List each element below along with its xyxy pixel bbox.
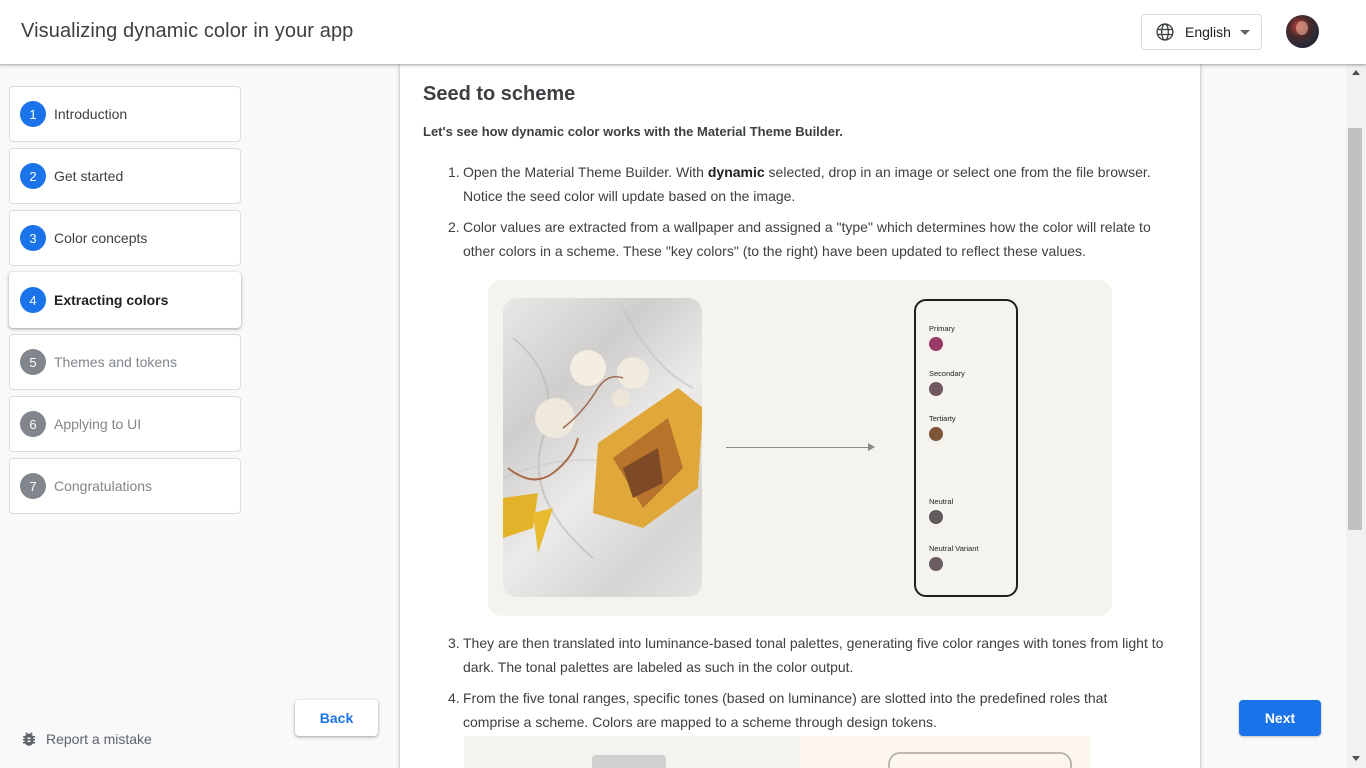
- globe-icon: [1156, 23, 1174, 41]
- scrollbar-thumb[interactable]: [1348, 128, 1362, 530]
- step-number: 5: [20, 349, 46, 375]
- scrollbar[interactable]: [1346, 64, 1366, 768]
- list-item: 2. Color values are extracted from a wal…: [448, 215, 1164, 263]
- list-number: 1.: [448, 164, 460, 180]
- intro-text: Let's see how dynamic color works with t…: [423, 124, 843, 139]
- step-label: Extracting colors: [54, 292, 169, 308]
- color-swatch: [929, 510, 943, 524]
- step-label: Get started: [54, 168, 124, 184]
- step-label: Introduction: [54, 106, 128, 122]
- scroll-down-icon[interactable]: [1352, 756, 1360, 761]
- list-item: 1. Open the Material Theme Builder. With…: [448, 160, 1164, 208]
- color-swatch: [929, 427, 943, 441]
- step-label: Themes and tokens: [54, 354, 177, 370]
- color-swatch: [929, 382, 943, 396]
- next-button[interactable]: Next: [1239, 700, 1321, 736]
- step-label: Applying to UI: [54, 416, 142, 432]
- language-label: English: [1185, 24, 1231, 40]
- step-introduction[interactable]: 1 Introduction: [9, 86, 241, 142]
- step-themes-and-tokens[interactable]: 5 Themes and tokens: [9, 334, 241, 390]
- arrow-right-icon: [868, 443, 875, 451]
- key-color-tertiary: Tertiarty: [929, 414, 956, 441]
- list-number: 3.: [448, 635, 460, 651]
- bug-icon: [23, 732, 35, 746]
- avatar[interactable]: [1286, 15, 1319, 48]
- language-selector[interactable]: English: [1141, 14, 1262, 50]
- list-text: From the five tonal ranges, specific ton…: [463, 690, 1108, 730]
- step-applying-to-ui[interactable]: 6 Applying to UI: [9, 396, 241, 452]
- step-number: 7: [20, 473, 46, 499]
- step-number: 4: [20, 287, 46, 313]
- report-mistake-label: Report a mistake: [46, 731, 152, 747]
- step-number: 2: [20, 163, 46, 189]
- list-number: 4.: [448, 690, 460, 706]
- key-color-primary: Primary: [929, 324, 955, 351]
- top-app-bar: Visualizing dynamic color in your app En…: [0, 0, 1366, 64]
- chevron-down-icon: [1239, 29, 1250, 35]
- back-button[interactable]: Back: [295, 700, 378, 736]
- list-text: Color values are extracted from a wallpa…: [463, 219, 1151, 259]
- list-text: Open the Material Theme Builder. With dy…: [463, 164, 1151, 204]
- key-color-secondary: Secondary: [929, 369, 965, 396]
- page-title: Visualizing dynamic color in your app: [21, 20, 354, 42]
- scroll-up-icon[interactable]: [1352, 70, 1360, 75]
- report-mistake-link[interactable]: Report a mistake: [20, 730, 152, 748]
- step-get-started[interactable]: 2 Get started: [9, 148, 241, 204]
- device-frame: [888, 752, 1072, 768]
- step-congratulations[interactable]: 7 Congratulations: [9, 458, 241, 514]
- color-swatch: [929, 337, 943, 351]
- step-number: 6: [20, 411, 46, 437]
- step-extracting-colors[interactable]: 4 Extracting colors: [9, 272, 241, 328]
- steps-nav: 1 Introduction 2 Get started 3 Color con…: [9, 86, 241, 520]
- list-item: 4. From the five tonal ranges, specific …: [448, 686, 1164, 734]
- step-color-concepts[interactable]: 3 Color concepts: [9, 210, 241, 266]
- codelab-content: Seed to scheme Let's see how dynamic col…: [400, 64, 1200, 768]
- wallpaper-image: [503, 298, 702, 597]
- key-colors-panel: Primary Secondary Tertiarty Neutral Neut…: [914, 299, 1018, 597]
- color-swatch: [929, 557, 943, 571]
- arrow-line: [726, 447, 872, 448]
- step-number: 1: [20, 101, 46, 127]
- list-item: 3. They are then translated into luminan…: [448, 631, 1164, 679]
- step-number: 3: [20, 225, 46, 251]
- step-label: Color concepts: [54, 230, 148, 246]
- list-text: They are then translated into luminance-…: [463, 635, 1164, 675]
- scheme-figure: [464, 736, 1090, 768]
- section-heading: Seed to scheme: [423, 83, 576, 105]
- seed-to-scheme-figure: Primary Secondary Tertiarty Neutral Neut…: [488, 280, 1112, 616]
- list-number: 2.: [448, 219, 460, 235]
- key-color-neutral-variant: Neutral Variant: [929, 544, 978, 571]
- key-color-neutral: Neutral: [929, 497, 953, 524]
- step-label: Congratulations: [54, 478, 153, 494]
- wallpaper-thumbnail: [592, 755, 666, 768]
